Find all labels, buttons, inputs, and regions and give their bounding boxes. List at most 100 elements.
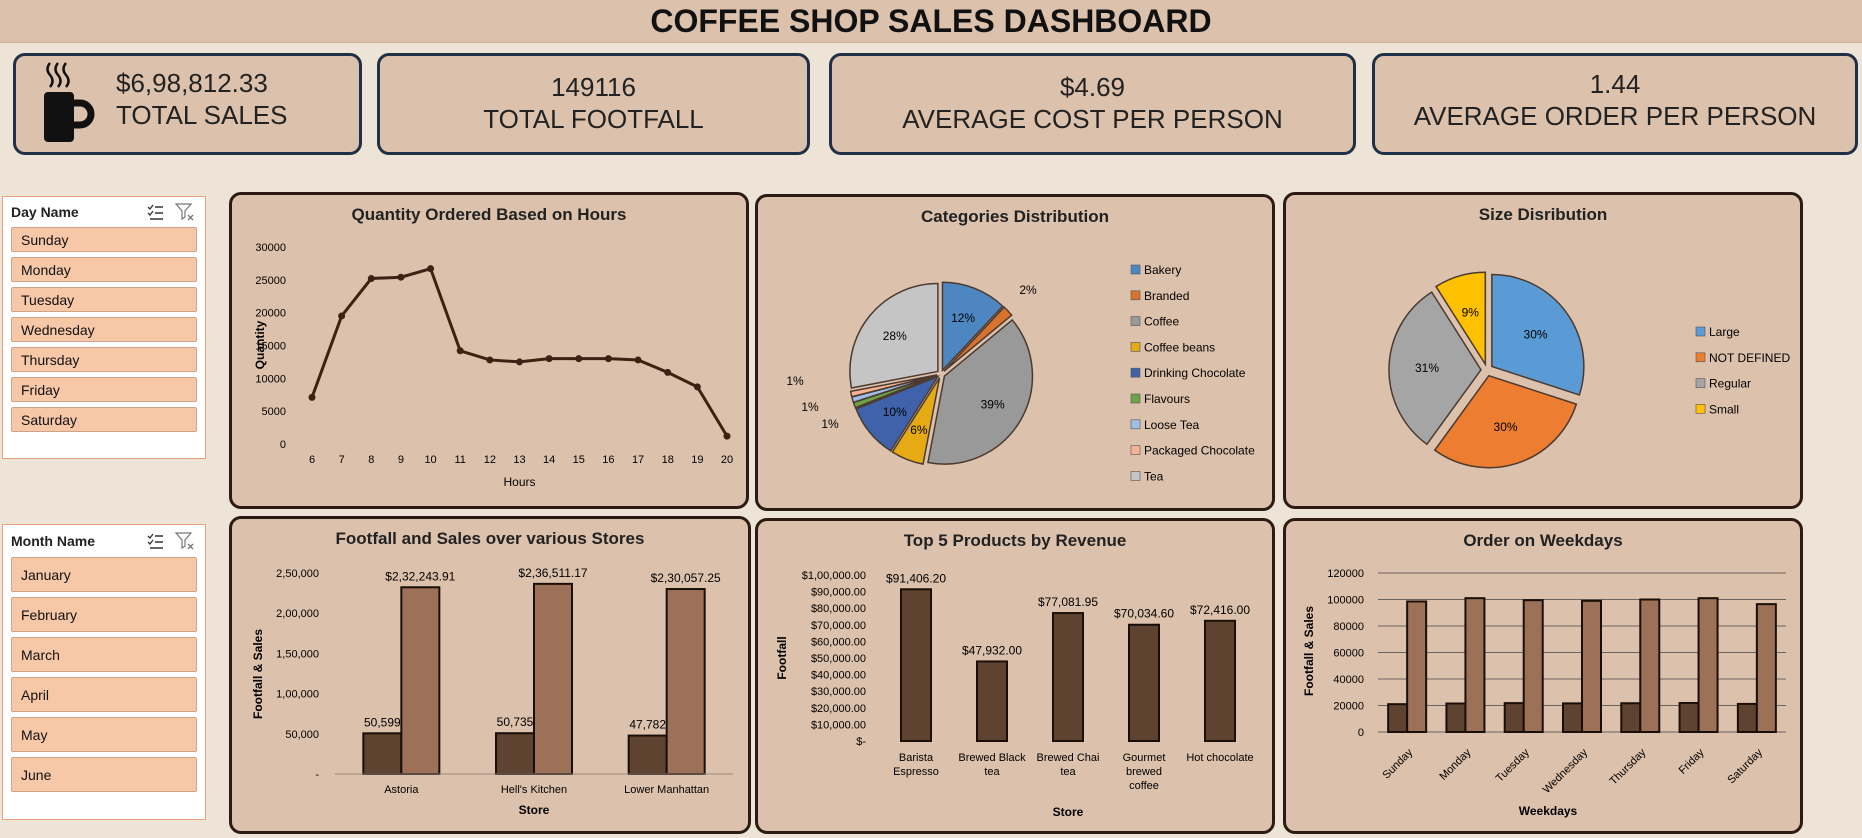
- y-tick-label: 60000: [1333, 648, 1364, 660]
- legend-swatch: [1130, 367, 1141, 378]
- legend-swatch: [1130, 316, 1141, 326]
- x-axis-title: Store: [1053, 805, 1084, 819]
- bar: [495, 732, 535, 775]
- x-tick-label: 10: [424, 454, 436, 466]
- clear-filter-icon[interactable]: [175, 531, 195, 551]
- category-label: Espresso: [893, 766, 939, 778]
- y-tick-label: 25000: [255, 275, 286, 287]
- bar: [362, 732, 403, 775]
- average-order-label: AVERAGE ORDER PER PERSON: [1413, 101, 1817, 131]
- slicer-title: Month Name: [11, 533, 95, 549]
- category-label: brewed: [1126, 766, 1162, 778]
- data-label: 50,735: [497, 715, 534, 729]
- y-axis-title: Footfall & Sales: [251, 629, 265, 719]
- legend-swatch: [1130, 264, 1141, 275]
- y-tick-label: 40000: [1333, 674, 1364, 686]
- data-point: [693, 383, 701, 391]
- slicer-item-tuesday[interactable]: Tuesday: [11, 287, 197, 312]
- slice-label: 1%: [801, 400, 819, 414]
- y-axis-title: Footfall: [775, 636, 789, 679]
- bar: [1387, 703, 1409, 734]
- stores-chart-panel: Footfall and Sales over various Stores -…: [229, 516, 751, 834]
- y-tick-label: 120000: [1327, 568, 1364, 580]
- multi-select-icon[interactable]: [145, 202, 165, 222]
- category-label: Gourmet: [1123, 752, 1166, 764]
- slicer-item-may[interactable]: May: [11, 717, 197, 752]
- legend-label: Coffee beans: [1144, 340, 1215, 354]
- data-point: [486, 356, 494, 364]
- data-label: 50,599: [364, 715, 401, 729]
- slice-label: 2%: [1019, 283, 1037, 297]
- stores-bar-chart: - 50,000 1,00,000 1,50,000 2,00,000 2,50,000 5…: [251, 566, 733, 817]
- y-tick-label: $90,000.00: [811, 587, 866, 599]
- slice-label: 1%: [821, 417, 839, 431]
- legend-swatch: [1695, 378, 1706, 388]
- slice-label: 12%: [951, 311, 975, 325]
- slicer-item-friday[interactable]: Friday: [11, 377, 197, 402]
- legend-label: Drinking Chocolate: [1144, 366, 1246, 380]
- slice-label: 1%: [786, 374, 804, 388]
- category-label: Hot chocolate: [1186, 752, 1253, 764]
- category-label: Brewed Black: [958, 752, 1026, 764]
- slicer-item-march[interactable]: March: [11, 637, 197, 672]
- slicer-item-monday[interactable]: Monday: [11, 257, 197, 282]
- kpi-total-footfall: 149116 TOTAL FOOTFALL: [377, 53, 810, 155]
- products-chart-panel: Top 5 Products by Revenue $- $10,000.00 $2…: [755, 518, 1275, 834]
- legend-label: Bakery: [1144, 263, 1181, 277]
- x-tick-label: 18: [662, 454, 674, 466]
- hours-chart-panel: Quantity Ordered Based on Hours 0 5000 100…: [229, 192, 749, 509]
- data-point: [338, 312, 346, 320]
- legend-label: Small: [1709, 402, 1739, 416]
- data-point: [516, 358, 523, 366]
- x-tick-label: 20: [721, 454, 733, 466]
- x-tick-label: 8: [368, 454, 374, 466]
- category-label: Sunday: [1380, 746, 1415, 781]
- data-point: [604, 355, 612, 363]
- slicer-item-sunday[interactable]: Sunday: [11, 227, 197, 252]
- bar: [1052, 612, 1084, 742]
- y-tick-label: 1,50,000: [276, 648, 319, 660]
- legend-label: Packaged Chocolate: [1144, 444, 1255, 458]
- categories-pie-chart: 12%2%39%6%10%1%1%1%28%BakeryBrandedCoffe…: [786, 263, 1255, 483]
- x-tick-label: 14: [543, 454, 555, 466]
- bar: [1406, 600, 1428, 733]
- legend-label: Loose Tea: [1144, 418, 1199, 432]
- y-tick-label: 30000: [255, 242, 286, 254]
- slicer-header: Month Name: [3, 525, 205, 557]
- total-sales-label: TOTAL SALES: [116, 100, 288, 130]
- slicer-item-thursday[interactable]: Thursday: [11, 347, 197, 372]
- slicer-item-april[interactable]: April: [11, 677, 197, 712]
- category-label: Barista: [899, 752, 934, 764]
- legend-swatch: [1695, 404, 1706, 414]
- slicer-item-saturday[interactable]: Saturday: [11, 407, 197, 432]
- bar: [1445, 702, 1467, 733]
- bar: [627, 734, 668, 775]
- y-tick-label: 50,000: [285, 729, 319, 741]
- total-sales-value: $6,98,812.33: [116, 68, 268, 98]
- bar: [1697, 597, 1719, 733]
- weekdays-chart-panel: Order on Weekdays 0 20000 40000 60000 80000 1…: [1283, 518, 1803, 834]
- legend-swatch: [1130, 290, 1141, 301]
- y-tick-label: $60,000.00: [811, 636, 866, 648]
- slicer-item-wednesday[interactable]: Wednesday: [11, 317, 197, 342]
- data-label: $2,32,243.91: [385, 569, 455, 583]
- multi-select-icon[interactable]: [145, 531, 165, 551]
- clear-filter-icon[interactable]: [175, 202, 195, 222]
- bar: [1736, 702, 1758, 734]
- average-cost-label: AVERAGE COST PER PERSON: [902, 104, 1283, 134]
- legend-label: NOT DEFINED: [1709, 351, 1790, 365]
- legend-label: Flavours: [1144, 392, 1190, 406]
- average-cost-value: $4.69: [1059, 72, 1126, 102]
- y-tick-label: -: [315, 769, 319, 781]
- sizes-chart-panel: Size Disribution 30% 30% 31% 9% Large NOT DEF…: [1283, 192, 1803, 509]
- slicer-item-june[interactable]: June: [11, 757, 197, 792]
- slicer-item-february[interactable]: February: [11, 597, 197, 632]
- y-axis-title: Quantity: [253, 320, 267, 369]
- x-tick-label: 16: [602, 454, 614, 466]
- category-label: Saturday: [1725, 746, 1765, 786]
- category-label: Lower Manhattan: [624, 784, 709, 796]
- legend-swatch: [1130, 471, 1141, 481]
- slicer-item-january[interactable]: January: [11, 557, 197, 592]
- category-label: Hell's Kitchen: [501, 784, 567, 796]
- x-tick-label: 12: [484, 454, 496, 466]
